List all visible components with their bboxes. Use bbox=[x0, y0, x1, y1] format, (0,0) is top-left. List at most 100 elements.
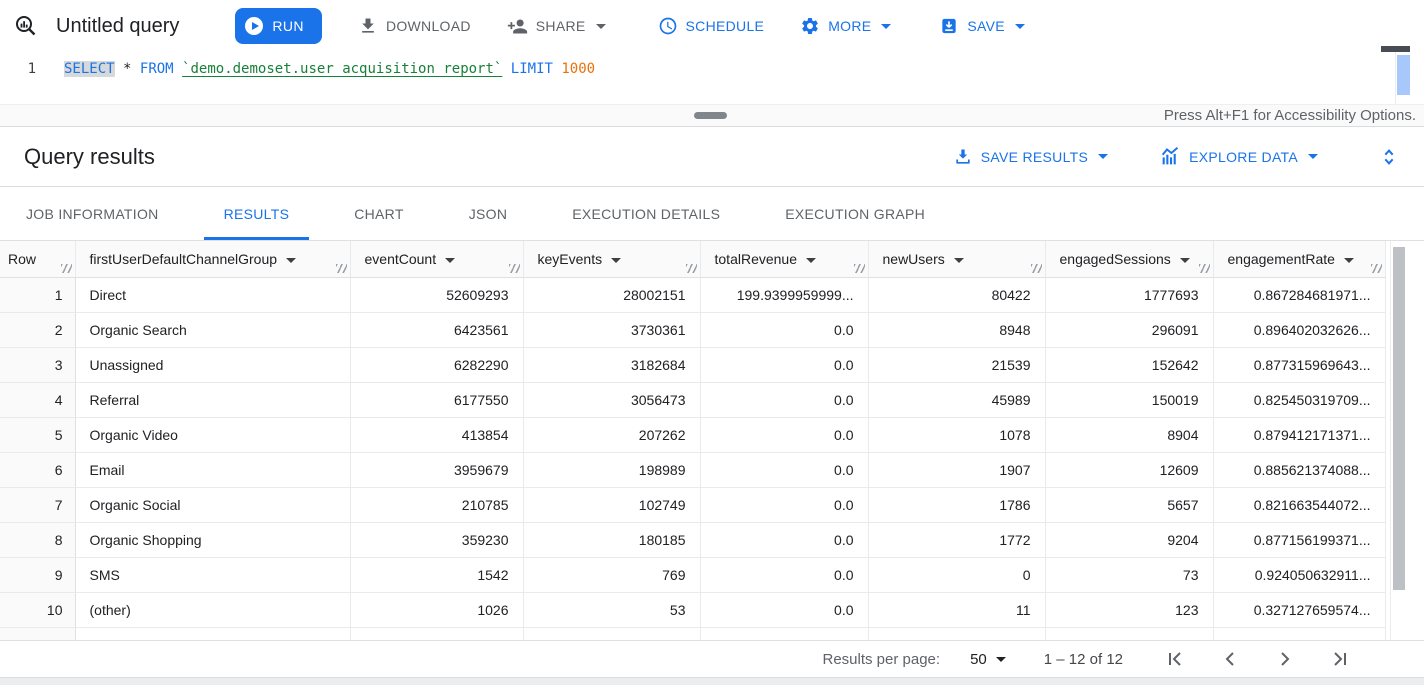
column-header-eventCount: eventCount bbox=[350, 241, 523, 277]
cell-engagedSessions: 5657 bbox=[1045, 487, 1213, 522]
column-header-label: totalRevenue bbox=[715, 251, 798, 267]
previous-page-button[interactable] bbox=[1218, 647, 1242, 671]
cell-keyEvents: 3182684 bbox=[523, 347, 700, 382]
column-resize-grip[interactable] bbox=[686, 264, 697, 273]
column-menu-caret-icon[interactable] bbox=[1180, 258, 1190, 263]
results-table: Row firstUserDefaultChannelGroupeventCoun… bbox=[0, 241, 1386, 640]
chevron-left-icon bbox=[1218, 647, 1242, 671]
tab-json[interactable]: JSON bbox=[449, 187, 528, 240]
cell-totalRevenue: 0.0 bbox=[700, 522, 868, 557]
editor-statusbar: Press Alt+F1 for Accessibility Options. bbox=[0, 104, 1424, 127]
expand-panel-button[interactable] bbox=[1378, 146, 1400, 168]
row-number: 9 bbox=[0, 557, 75, 592]
cell-engagementRate: 0.896402032626... bbox=[1213, 312, 1385, 347]
page-range-label: 1 – 12 of 12 bbox=[1044, 651, 1123, 668]
cell-eventCount: 6282290 bbox=[350, 347, 523, 382]
cell-totalRevenue: 0.0 bbox=[700, 347, 868, 382]
editor-scrollbar[interactable] bbox=[1395, 52, 1410, 104]
explore-data-button[interactable]: EXPLORE DATA bbox=[1160, 146, 1318, 167]
query-results-header: Query results SAVE RESULTS EXPLORE D bbox=[0, 127, 1424, 187]
save-button[interactable]: SAVE bbox=[939, 16, 1025, 36]
sql-limit-value: 1000 bbox=[561, 61, 595, 77]
cell-keyEvents: 207262 bbox=[523, 417, 700, 452]
tab-job-information[interactable]: JOB INFORMATION bbox=[6, 187, 179, 240]
cell-engagementRate: 0.879412171371... bbox=[1213, 417, 1385, 452]
more-button[interactable]: MORE bbox=[800, 16, 891, 36]
cell-firstUserDefaultChannelGroup: Organic Video bbox=[75, 417, 350, 452]
results-scrollbar[interactable] bbox=[1390, 241, 1406, 640]
column-header-firstUserDefaultChannelGroup: firstUserDefaultChannelGroup bbox=[75, 241, 350, 277]
column-resize-grip[interactable] bbox=[61, 264, 72, 273]
table-row: 7Organic Social2107851027490.0178656570.… bbox=[0, 487, 1385, 522]
table-row: 4Referral617755030564730.0459891500190.8… bbox=[0, 382, 1385, 417]
horizontal-scrollbar[interactable] bbox=[0, 677, 1424, 685]
cell-totalRevenue: 0.0 bbox=[700, 382, 868, 417]
accessibility-hint: Press Alt+F1 for Accessibility Options. bbox=[1164, 107, 1416, 124]
table-body: 1Direct5260929328002151199.9399959999...… bbox=[0, 277, 1385, 640]
row-number: 4 bbox=[0, 382, 75, 417]
sql-code-line[interactable]: SELECT * FROM `demo.demoset.user_acquisi… bbox=[52, 52, 595, 104]
results-scrollbar-thumb[interactable] bbox=[1393, 247, 1405, 590]
column-resize-grip[interactable] bbox=[1371, 264, 1382, 273]
cell-engagementRate: 0.877315969643... bbox=[1213, 347, 1385, 382]
schedule-button[interactable]: SCHEDULE bbox=[658, 16, 765, 36]
column-menu-caret-icon[interactable] bbox=[954, 258, 964, 263]
row-number: 1 bbox=[0, 277, 75, 312]
cell-keyEvents: 3056473 bbox=[523, 382, 700, 417]
cell-eventCount: 359230 bbox=[350, 522, 523, 557]
cell-engagementRate: 0.821663544072... bbox=[1213, 487, 1385, 522]
cell-firstUserDefaultChannelGroup: Direct bbox=[75, 277, 350, 312]
column-menu-caret-icon[interactable] bbox=[611, 258, 621, 263]
save-results-button[interactable]: SAVE RESULTS bbox=[953, 147, 1108, 167]
cell-totalRevenue: 0.0 bbox=[700, 557, 868, 592]
column-menu-caret-icon[interactable] bbox=[286, 258, 296, 263]
share-button[interactable]: SHARE bbox=[507, 16, 606, 37]
clock-icon bbox=[658, 16, 678, 36]
page-size-select[interactable]: 50 bbox=[970, 651, 1006, 668]
editor-scrollbar-thumb[interactable] bbox=[1397, 55, 1410, 95]
pagination-bar: Results per page: 50 1 – 12 of 12 bbox=[0, 640, 1424, 677]
next-page-button[interactable] bbox=[1273, 647, 1297, 671]
cell-keyEvents: 180185 bbox=[523, 522, 700, 557]
table-row: 3Unassigned628229031826840.0215391526420… bbox=[0, 347, 1385, 382]
table-header-row: Row firstUserDefaultChannelGroupeventCoun… bbox=[0, 241, 1385, 277]
table-row: 1Direct5260929328002151199.9399959999...… bbox=[0, 277, 1385, 312]
cell-engagementRate: 0.867284681971... bbox=[1213, 277, 1385, 312]
explore-data-label: EXPLORE DATA bbox=[1189, 149, 1298, 165]
column-menu-caret-icon[interactable] bbox=[806, 258, 816, 263]
editor-scroll-corner bbox=[1381, 46, 1410, 52]
chevron-right-icon bbox=[1273, 647, 1297, 671]
download-button-label: DOWNLOAD bbox=[386, 18, 471, 34]
tab-results[interactable]: RESULTS bbox=[204, 187, 310, 240]
sql-editor[interactable]: 1 SELECT * FROM `demo.demoset.user_acqui… bbox=[0, 52, 1424, 104]
column-menu-caret-icon[interactable] bbox=[445, 258, 455, 263]
cell-keyEvents: 769 bbox=[523, 557, 700, 592]
cell-eventCount: 1026 bbox=[350, 592, 523, 627]
tab-execution-details[interactable]: EXECUTION DETAILS bbox=[552, 187, 740, 240]
splitter-drag-handle[interactable] bbox=[694, 112, 727, 119]
results-tabs: JOB INFORMATION RESULTS CHART JSON EXECUTION… bbox=[0, 187, 1424, 241]
sql-table-reference-link[interactable]: `demo.demoset.user_acquisition_report` bbox=[182, 61, 502, 77]
row-number: 7 bbox=[0, 487, 75, 522]
cell-engagedSessions: 123 bbox=[1045, 592, 1213, 627]
cell-totalRevenue: 0.0 bbox=[700, 417, 868, 452]
column-menu-caret-icon[interactable] bbox=[1344, 258, 1354, 263]
tab-chart[interactable]: CHART bbox=[334, 187, 423, 240]
last-page-button[interactable] bbox=[1328, 647, 1352, 671]
column-resize-grip[interactable] bbox=[336, 264, 347, 273]
results-table-area: Row firstUserDefaultChannelGroupeventCoun… bbox=[0, 241, 1424, 640]
tab-execution-graph[interactable]: EXECUTION GRAPH bbox=[765, 187, 945, 240]
column-header-label: Row bbox=[8, 251, 36, 267]
cell-totalRevenue: 0.0 bbox=[700, 592, 868, 627]
play-icon bbox=[245, 17, 263, 35]
cell-newUsers: 1907 bbox=[868, 452, 1045, 487]
column-resize-grip[interactable] bbox=[509, 264, 520, 273]
column-resize-grip[interactable] bbox=[1031, 264, 1042, 273]
download-button[interactable]: DOWNLOAD bbox=[358, 16, 471, 36]
column-header-totalRevenue: totalRevenue bbox=[700, 241, 868, 277]
column-resize-grip[interactable] bbox=[854, 264, 865, 273]
column-resize-grip[interactable] bbox=[1199, 264, 1210, 273]
run-button[interactable]: RUN bbox=[235, 8, 322, 44]
first-page-button[interactable] bbox=[1163, 647, 1187, 671]
cell-eventCount: 6177550 bbox=[350, 382, 523, 417]
